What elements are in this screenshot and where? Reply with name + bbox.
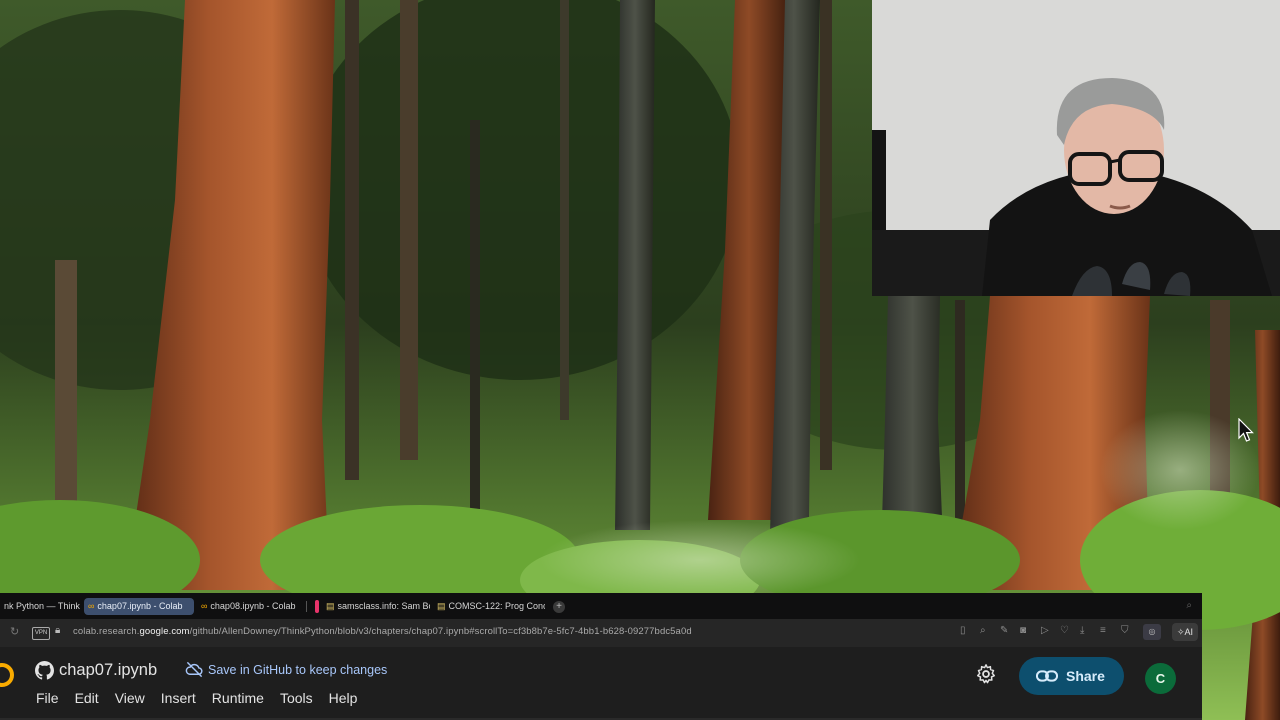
browser-window: nk Python — Think Py ∞chap07.ipynb - Col…	[0, 593, 1202, 720]
ai-button[interactable]: ✧AI	[1172, 623, 1198, 641]
download-icon[interactable]: ⤓	[1080, 625, 1084, 636]
ai-label: AI	[1184, 627, 1194, 637]
share-label: Share	[1066, 668, 1105, 684]
tab-group-marker	[315, 600, 319, 613]
tab-label: COMSC-122: Prog Conc	[448, 601, 545, 611]
tab-separator	[306, 601, 307, 612]
tab-search-icon[interactable]: ⌕	[1186, 600, 1192, 611]
cursor-icon	[1238, 418, 1254, 442]
address-bar: ↻ VPN 🔒︎ colab.research.google.com/githu…	[0, 619, 1202, 647]
url-prefix: colab.research.	[73, 626, 140, 637]
tab-think-python[interactable]: nk Python — Think Py	[0, 598, 80, 615]
link-icon	[1036, 670, 1058, 682]
camera-icon[interactable]: ◙	[1020, 625, 1026, 636]
reload-icon[interactable]: ↻	[10, 625, 19, 638]
tab-label: samsclass.info: Sam Bo	[337, 601, 430, 611]
share-button[interactable]: Share	[1019, 657, 1124, 695]
doc-icon: ▤	[437, 601, 446, 611]
lock-icon[interactable]: 🔒︎	[55, 625, 60, 636]
tab-label: chap07.ipynb - Colab	[97, 601, 183, 611]
colab-icon: ∞	[201, 601, 208, 611]
plus-icon: +	[556, 601, 562, 612]
save-in-github-link[interactable]: Save in GitHub to keep changes	[208, 663, 387, 677]
menu-insert[interactable]: Insert	[161, 690, 196, 708]
github-icon	[35, 661, 54, 680]
menu-bar: File Edit View Insert Runtime Tools Help	[36, 690, 373, 708]
reader-icon[interactable]: ▯	[960, 625, 966, 636]
colab-logo-icon[interactable]	[0, 663, 14, 687]
tab-chap08-colab[interactable]: ∞ chap08.ipynb - Colab	[197, 598, 302, 615]
tab-samsclass[interactable]: ▤ samsclass.info: Sam Bo	[322, 598, 430, 615]
doc-icon: ▤	[326, 601, 335, 611]
tab-label: nk Python — Think Py	[4, 601, 80, 611]
webcam-overlay	[872, 0, 1280, 296]
menu-help[interactable]: Help	[329, 690, 358, 708]
edit-icon[interactable]: ✎	[1000, 625, 1008, 636]
menu-runtime[interactable]: Runtime	[212, 690, 264, 708]
tab-label: chap08.ipynb - Colab	[210, 601, 296, 611]
menu-edit[interactable]: Edit	[75, 690, 99, 708]
avatar[interactable]: C	[1145, 663, 1176, 694]
heart-icon[interactable]: ♡	[1060, 625, 1069, 636]
url-path: /github/AllenDowney/ThinkPython/blob/v3/…	[189, 626, 692, 637]
vpn-badge[interactable]: VPN	[32, 627, 50, 640]
new-tab-button[interactable]: +	[553, 601, 565, 613]
play-icon[interactable]: ▷	[1041, 625, 1049, 636]
colab-icon: ∞	[88, 601, 95, 611]
colab-header: chap07.ipynb Save in GitHub to keep chan…	[0, 647, 1202, 720]
extension-icon[interactable]: ◎	[1143, 624, 1161, 640]
tab-chap07-colab[interactable]: ∞ chap07.ipynb - Colab	[84, 598, 194, 615]
menu-tools[interactable]: Tools	[280, 690, 313, 708]
shield-icon[interactable]: ⛉	[1121, 625, 1129, 636]
tab-bar: nk Python — Think Py ∞chap07.ipynb - Col…	[0, 593, 1202, 619]
notebook-title[interactable]: chap07.ipynb	[59, 661, 157, 680]
list-icon[interactable]: ≡	[1100, 625, 1106, 636]
cloud-off-icon	[185, 661, 203, 678]
menu-file[interactable]: File	[36, 690, 59, 708]
presenter-video	[872, 0, 1280, 296]
tab-comsc-122[interactable]: ▤ COMSC-122: Prog Conc	[433, 598, 545, 615]
zoom-icon[interactable]: ⌕	[980, 625, 986, 636]
url-field[interactable]: colab.research.google.com/github/AllenDo…	[73, 626, 692, 637]
gear-icon[interactable]	[975, 663, 997, 685]
url-domain: google.com	[139, 626, 190, 637]
menu-view[interactable]: View	[115, 690, 145, 708]
